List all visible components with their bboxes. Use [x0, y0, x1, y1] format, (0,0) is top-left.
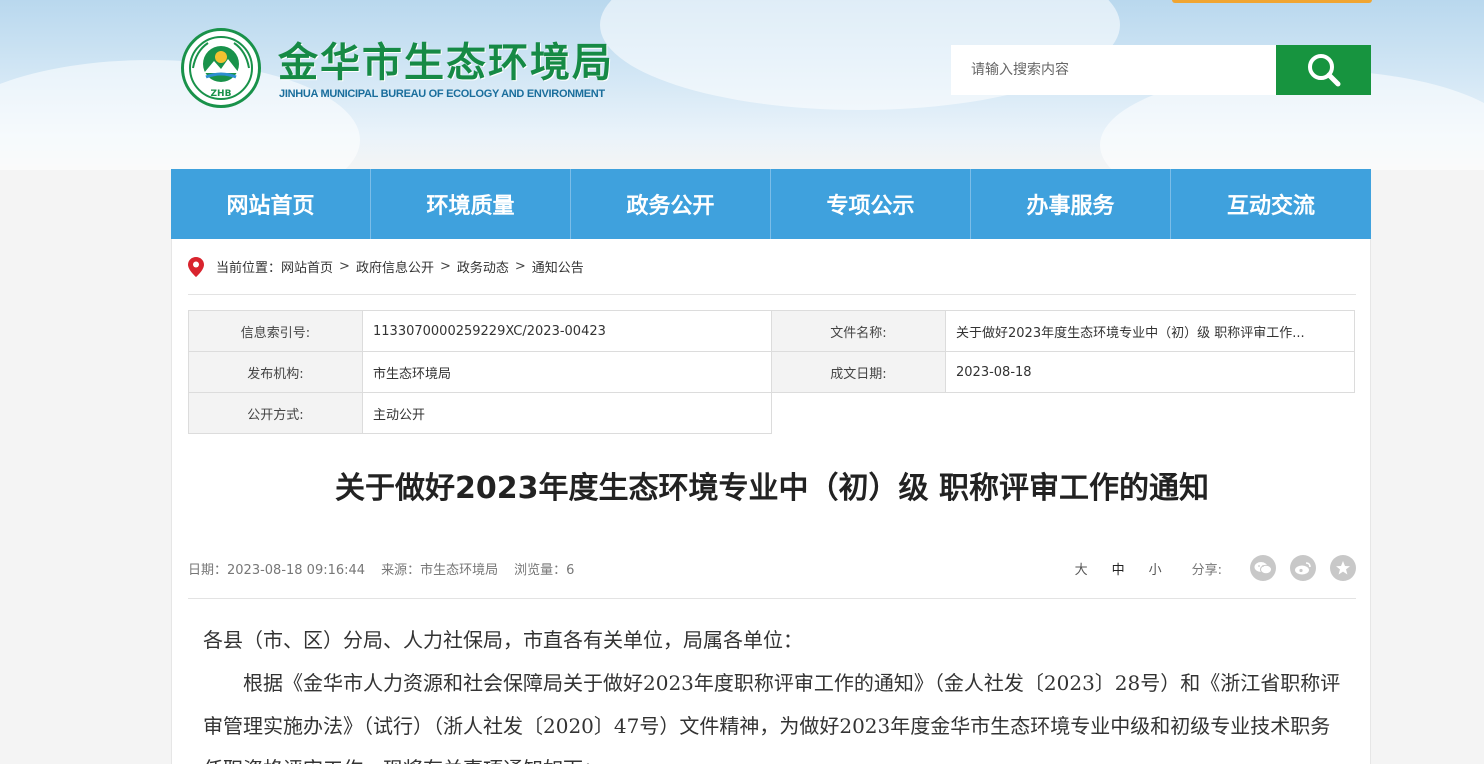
search-input[interactable] — [951, 45, 1276, 95]
index-label: 信息索引号: — [188, 310, 363, 352]
weibo-glyph — [1295, 562, 1311, 575]
top-accent-strip — [1172, 0, 1372, 3]
breadcrumb-item-notices[interactable]: 通知公告 — [532, 257, 584, 276]
header-banner: ZHB 金华市生态环境局 JINHUA MUNICIPAL BUREAU OF … — [0, 0, 1484, 170]
font-size-large-button[interactable]: 大 — [1075, 559, 1088, 578]
open-method-value: 主动公开 — [362, 392, 772, 434]
article-body: 各县（市、区）分局、人力社保局，市直各有关单位，局属各单位： 根据《金华市人力资… — [203, 619, 1341, 764]
main-content: 当前位置： 网站首页 > 政府信息公开 > 政务动态 > 通知公告 信息索引号:… — [171, 239, 1371, 764]
share-label: 分享: — [1191, 562, 1222, 578]
breadcrumb-item-gov-news[interactable]: 政务动态 — [457, 257, 509, 276]
article-date: 日期：2023-08-18 09:16:44 — [188, 562, 366, 578]
table-row: 发布机构: 市生态环境局 成文日期: 2023-08-18 — [188, 351, 1355, 393]
table-row: 信息索引号: 1133070000259229XC/2023-00423 文件名… — [188, 310, 1355, 352]
article-source: 来源：市生态环境局 — [381, 562, 499, 578]
search-icon — [1307, 54, 1340, 87]
breadcrumb: 当前位置： 网站首页 > 政府信息公开 > 政务动态 > 通知公告 — [188, 239, 1356, 295]
breadcrumb-prefix: 当前位置： — [216, 261, 282, 276]
article-tools: 大 中 小 分享: — [1075, 555, 1356, 581]
nav-item-environment-quality[interactable]: 环境质量 — [371, 169, 571, 239]
wechat-icon[interactable] — [1250, 555, 1276, 581]
font-size-medium-button[interactable]: 中 — [1112, 559, 1125, 578]
nav-item-interaction[interactable]: 互动交流 — [1171, 169, 1371, 239]
publisher-label: 发布机构: — [188, 351, 363, 393]
article-views: 浏览量：6 — [514, 562, 575, 578]
location-pin-icon — [188, 256, 204, 277]
article-paragraph: 根据《金华市人力资源和社会保障局关于做好2023年度职称评审工作的通知》（金人社… — [203, 671, 1341, 764]
svg-text:ZHB: ZHB — [211, 89, 232, 99]
wechat-glyph — [1254, 562, 1272, 575]
logo-emblem-icon[interactable]: ZHB — [181, 28, 261, 108]
filename-value: 关于做好2023年度生态环境专业中（初）级 职称评审工作... — [945, 310, 1355, 352]
article-title: 关于做好2023年度生态环境专业中（初）级 职称评审工作的通知 — [335, 471, 1209, 506]
site-subtitle: JINHUA MUNICIPAL BUREAU OF ECOLOGY AND E… — [279, 88, 605, 100]
nav-item-home[interactable]: 网站首页 — [171, 169, 371, 239]
date-value: 2023-08-18 — [945, 351, 1355, 393]
article-paragraph: 各县（市、区）分局、人力社保局，市直各有关单位，局属各单位： — [203, 628, 803, 652]
favorite-icon[interactable] — [1330, 555, 1356, 581]
main-nav: 网站首页 环境质量 政务公开 专项公示 办事服务 互动交流 — [171, 169, 1371, 239]
breadcrumb-separator: > — [514, 259, 526, 274]
weibo-icon[interactable] — [1290, 555, 1316, 581]
site-title[interactable]: 金华市生态环境局 — [278, 30, 638, 88]
document-info-table: 信息索引号: 1133070000259229XC/2023-00423 文件名… — [188, 310, 1355, 434]
filename-label: 文件名称: — [771, 310, 946, 352]
emblem-graphic: ZHB — [189, 36, 253, 100]
meta-divider — [188, 598, 1356, 599]
empty-cell — [771, 392, 1355, 434]
font-size-small-button[interactable]: 小 — [1149, 559, 1162, 578]
nav-item-special-notices[interactable]: 专项公示 — [771, 169, 971, 239]
breadcrumb-item-home[interactable]: 网站首页 — [281, 257, 333, 276]
star-glyph — [1336, 561, 1350, 575]
breadcrumb-separator: > — [439, 259, 451, 274]
index-value: 1133070000259229XC/2023-00423 — [362, 310, 772, 352]
date-label: 成文日期: — [771, 351, 946, 393]
table-row: 公开方式: 主动公开 — [188, 392, 1355, 434]
breadcrumb-item-gov-info[interactable]: 政府信息公开 — [356, 257, 434, 276]
search-button[interactable] — [1276, 45, 1371, 95]
breadcrumb-separator: > — [339, 259, 350, 274]
nav-item-government-affairs[interactable]: 政务公开 — [571, 169, 771, 239]
nav-item-services[interactable]: 办事服务 — [971, 169, 1171, 239]
publisher-value: 市生态环境局 — [362, 351, 772, 393]
article-meta: 日期：2023-08-18 09:16:44 来源：市生态环境局 浏览量：6 大… — [188, 555, 1356, 581]
open-method-label: 公开方式: — [188, 392, 363, 434]
